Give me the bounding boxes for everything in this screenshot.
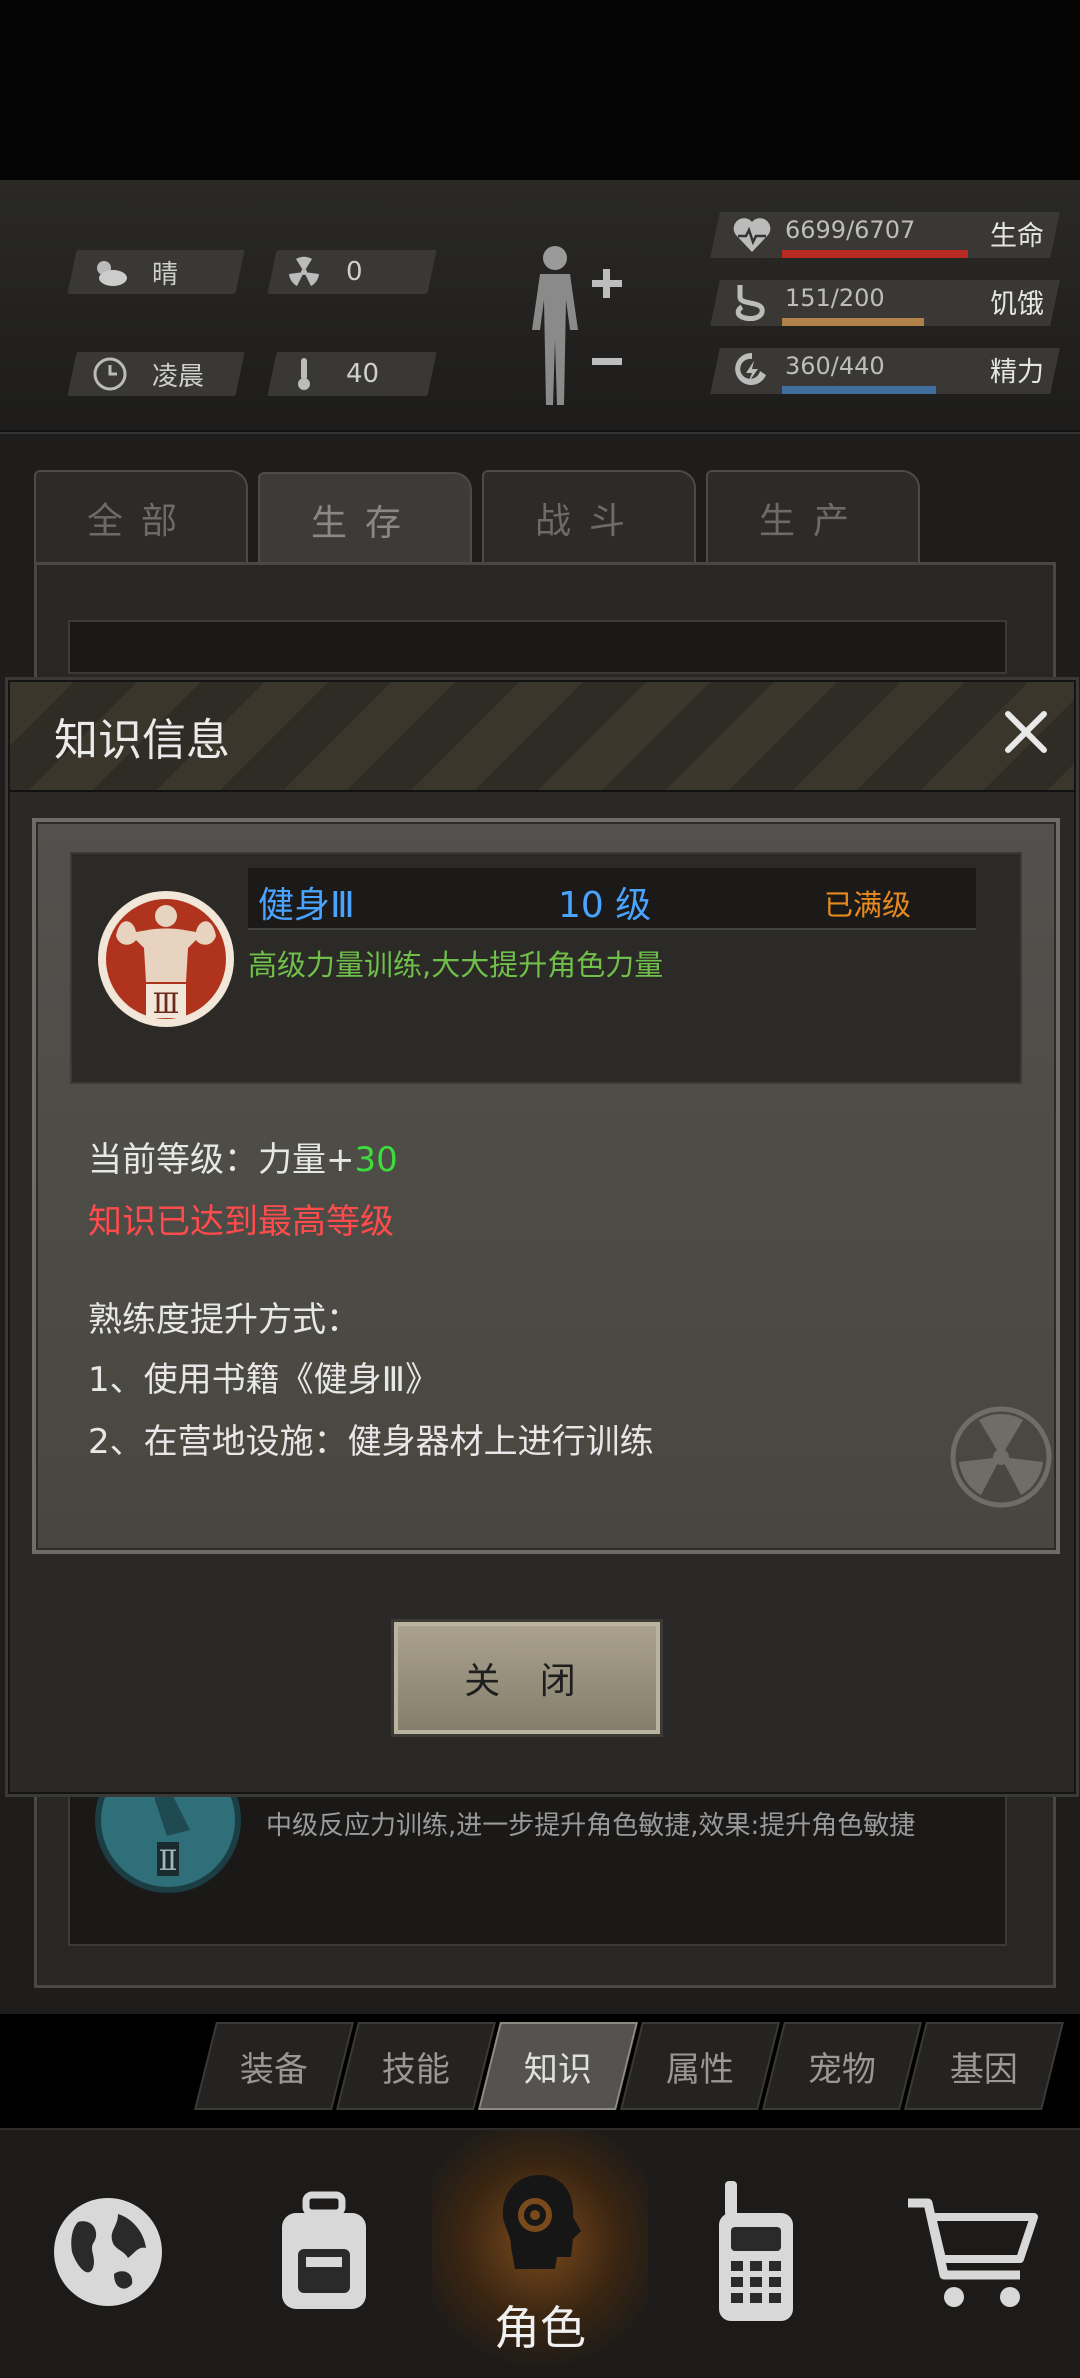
nav-character[interactable]: 角色 (432, 2130, 648, 2378)
stomach-icon (732, 283, 772, 323)
tab-production-label: 生产 (758, 501, 867, 542)
bottom-navigation: 角色 (0, 2128, 1080, 2378)
tab-combat[interactable]: 战斗 (482, 470, 696, 564)
subtab-pets-label: 宠物 (808, 2049, 876, 2090)
heart-icon (732, 216, 772, 256)
svg-text:Ⅲ: Ⅲ (152, 987, 179, 1020)
subtab-pets[interactable]: 宠物 (762, 2022, 922, 2110)
system-status-area (0, 0, 1080, 180)
time-label: 凌晨 (152, 361, 205, 392)
tab-all-label: 全部 (86, 501, 195, 542)
skill-max-status: 已满级 (824, 888, 912, 922)
close-button-label: 关 闭 (464, 1661, 590, 1702)
current-level-label: 当前等级：力量+ (88, 1140, 355, 1180)
subtab-skills-label: 技能 (382, 2049, 450, 2090)
radiation-value: 0 (346, 257, 363, 287)
temperature-status: 40 (284, 352, 379, 396)
subtab-knowledge-label: 知识 (524, 2049, 592, 2090)
walkie-talkie-icon (711, 2177, 801, 2331)
method-item: 1、使用书籍《健身Ⅲ》 (88, 1360, 440, 1400)
weather-status: 晴 (90, 250, 178, 294)
svg-text:Ⅱ: Ⅱ (158, 1844, 177, 1877)
subtab-equipment-label: 装备 (240, 2049, 308, 2090)
hunger-label: 饥饿 (990, 289, 1044, 320)
tab-all[interactable]: 全部 (34, 470, 248, 564)
backpack-icon (264, 2187, 384, 2321)
nav-character-label: 角色 (494, 2301, 586, 2355)
hunger-value: 151/200 (785, 284, 885, 312)
character-subtabs: 装备 技能 知识 属性 宠物 基因 (194, 2022, 1065, 2110)
subtab-equipment[interactable]: 装备 (194, 2022, 354, 2110)
skill-description: 高级力量训练,大大提升角色力量 (248, 948, 664, 982)
energy-value: 360/440 (785, 352, 885, 380)
time-status: 凌晨 (90, 352, 204, 396)
skill-card: Ⅲ 健身Ⅲ 10 级 已满级 高级力量训练,大大提升角色力量 (70, 852, 1022, 1084)
nav-inventory[interactable] (216, 2130, 432, 2378)
nav-radio[interactable] (648, 2130, 864, 2378)
radiation-watermark-icon (946, 1402, 1056, 1512)
dialog-content-panel: Ⅲ 健身Ⅲ 10 级 已满级 高级力量训练,大大提升角色力量 当前等级：力量+3… (32, 818, 1060, 1554)
list-item-description: 中级反应力训练,进一步提升角色敏捷,效果:提升角色敏捷 (266, 1811, 916, 1841)
fitness-skill-icon: Ⅲ (96, 874, 236, 1044)
globe-icon (48, 2192, 168, 2316)
health-bar (782, 250, 968, 258)
weather-label: 晴 (152, 259, 179, 290)
shopping-cart-icon (902, 2187, 1042, 2321)
knowledge-info-dialog: 知识信息 Ⅲ 健身Ⅲ 10 级 已满级 高级力量训练,大大提升角色力量 当前等级… (8, 680, 1076, 1794)
method-item: 2、在营地设施：健身器材上进行训练 (88, 1422, 654, 1462)
nav-shop[interactable] (864, 2130, 1080, 2378)
tab-survival-label: 生存 (310, 503, 419, 544)
tab-production[interactable]: 生产 (706, 470, 920, 564)
radiation-icon (284, 252, 324, 292)
close-button[interactable]: 关 闭 (394, 1622, 660, 1734)
subtab-skills[interactable]: 技能 (336, 2022, 496, 2110)
subtab-attributes[interactable]: 属性 (620, 2022, 780, 2110)
thermometer-icon (284, 354, 324, 394)
current-level: 当前等级：力量+30 (88, 1132, 398, 1181)
energy-bar (782, 386, 936, 394)
skill-level: 10 级 (558, 885, 652, 926)
skill-name: 健身Ⅲ (258, 885, 355, 926)
close-icon[interactable] (998, 704, 1054, 760)
clock-icon (90, 354, 130, 394)
tab-survival[interactable]: 生存 (258, 472, 472, 566)
cloud-sun-icon (90, 252, 130, 292)
body-status-icon[interactable] (520, 240, 630, 410)
health-label: 生命 (990, 221, 1044, 252)
dialog-title: 知识信息 (54, 715, 230, 766)
health-value: 6699/6707 (785, 216, 916, 244)
tab-combat-label: 战斗 (534, 501, 643, 542)
subtab-attributes-label: 属性 (666, 2049, 734, 2090)
character-head-icon (485, 2167, 595, 2281)
method-title: 熟练度提升方式： (88, 1300, 360, 1340)
energy-label: 精力 (990, 357, 1044, 388)
energy-icon (732, 351, 772, 391)
subtab-knowledge[interactable]: 知识 (478, 2022, 638, 2110)
nav-world[interactable] (0, 2130, 216, 2378)
max-level-notice: 知识已达到最高等级 (88, 1202, 394, 1242)
temperature-value: 40 (346, 359, 380, 389)
radiation-status: 0 (284, 250, 363, 294)
hunger-bar (782, 318, 924, 326)
subtab-genes-label: 基因 (950, 2049, 1018, 2090)
subtab-genes[interactable]: 基因 (904, 2022, 1064, 2110)
list-item[interactable] (68, 620, 1007, 674)
current-level-bonus: 30 (354, 1140, 398, 1180)
